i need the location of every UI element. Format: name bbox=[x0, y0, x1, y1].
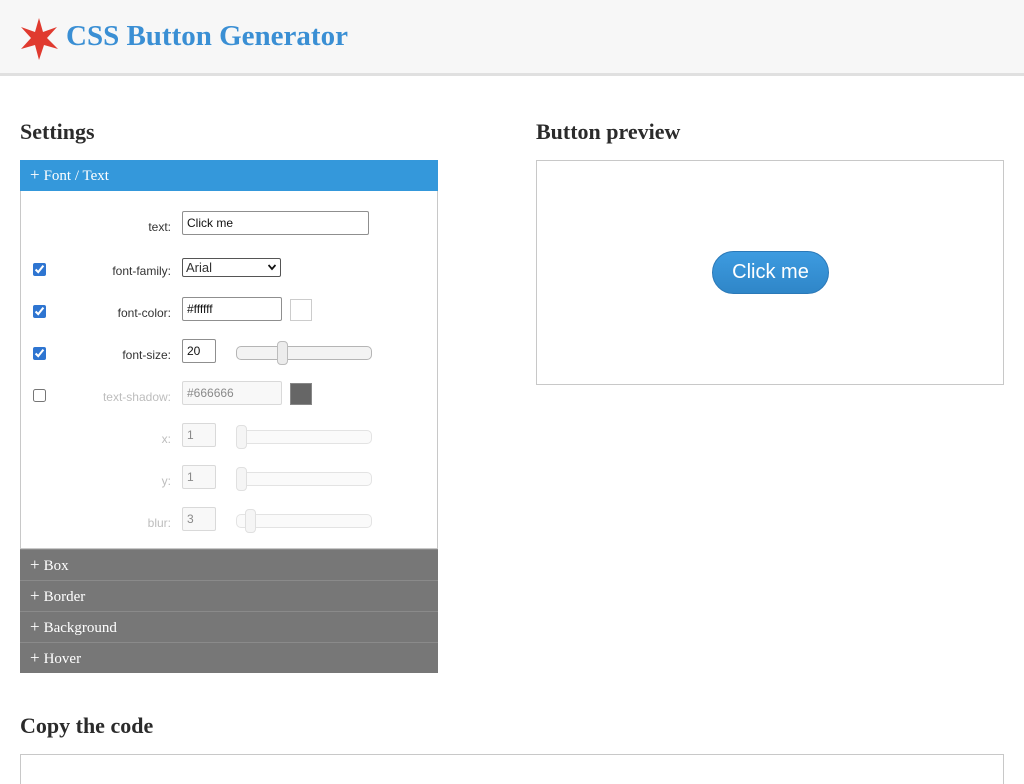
plus-icon: + bbox=[30, 617, 40, 636]
slider-thumb[interactable] bbox=[277, 341, 288, 365]
preview-heading: Button preview bbox=[536, 119, 681, 144]
plus-icon: + bbox=[30, 555, 40, 574]
font-family-checkbox[interactable] bbox=[33, 263, 46, 276]
font-color-input[interactable] bbox=[182, 297, 282, 321]
shadow-x-input[interactable] bbox=[182, 423, 216, 447]
section-background-header[interactable]: + Background bbox=[20, 611, 438, 642]
text-row: text: bbox=[21, 211, 437, 241]
font-text-panel: text: font-family: Arial font-color: fon… bbox=[20, 191, 438, 549]
button-preview-panel: Click me bbox=[536, 160, 1004, 385]
text-shadow-row: text-shadow: bbox=[21, 381, 437, 411]
shadow-x-slider[interactable] bbox=[236, 425, 372, 449]
text-shadow-label: text-shadow: bbox=[102, 390, 171, 404]
plus-icon: + bbox=[30, 165, 40, 184]
section-border-header[interactable]: + Border bbox=[20, 580, 438, 611]
shadow-y-slider[interactable] bbox=[236, 467, 372, 491]
shadow-x-label: x: bbox=[161, 432, 171, 446]
shadow-y-input[interactable] bbox=[182, 465, 216, 489]
plus-icon: + bbox=[30, 648, 40, 667]
text-shadow-checkbox[interactable] bbox=[33, 389, 46, 402]
text-input[interactable] bbox=[182, 211, 369, 235]
font-size-slider[interactable] bbox=[236, 341, 372, 365]
font-size-input[interactable] bbox=[182, 339, 216, 363]
shadow-y-label: y: bbox=[161, 474, 171, 488]
font-size-label: font-size: bbox=[122, 348, 171, 362]
site-header: CSS Button Generator bbox=[0, 0, 1024, 76]
section-box-header[interactable]: + Box bbox=[20, 549, 438, 580]
font-color-row: font-color: bbox=[21, 297, 437, 327]
slider-thumb[interactable] bbox=[236, 425, 247, 449]
text-shadow-swatch[interactable] bbox=[290, 383, 312, 405]
section-font-text-header[interactable]: + Font / Text bbox=[20, 160, 438, 191]
shadow-x-row: x: bbox=[21, 423, 437, 453]
site-title[interactable]: CSS Button Generator bbox=[66, 20, 348, 53]
code-output-box[interactable] bbox=[20, 754, 1004, 784]
shadow-blur-input[interactable] bbox=[182, 507, 216, 531]
font-family-select[interactable]: Arial bbox=[182, 258, 281, 277]
slider-thumb[interactable] bbox=[236, 467, 247, 491]
font-color-label: font-color: bbox=[117, 306, 171, 320]
shadow-blur-slider[interactable] bbox=[236, 509, 372, 533]
chevron-down-icon bbox=[268, 264, 276, 271]
font-size-checkbox[interactable] bbox=[33, 347, 46, 360]
settings-heading: Settings bbox=[20, 119, 95, 144]
slider-thumb[interactable] bbox=[245, 509, 256, 533]
copy-code-heading: Copy the code bbox=[20, 713, 154, 738]
shadow-y-row: y: bbox=[21, 465, 437, 495]
shadow-blur-label: blur: bbox=[147, 516, 171, 530]
shadow-blur-row: blur: bbox=[21, 507, 437, 537]
red-star-icon bbox=[21, 18, 58, 60]
text-label: text: bbox=[148, 220, 171, 234]
font-size-row: font-size: bbox=[21, 339, 437, 369]
preview-button[interactable]: Click me bbox=[712, 251, 829, 294]
font-color-swatch[interactable] bbox=[290, 299, 312, 321]
font-color-checkbox[interactable] bbox=[33, 305, 46, 318]
section-hover-header[interactable]: + Hover bbox=[20, 642, 438, 673]
settings-accordion: +Font / Text text: font-family: Arial fo… bbox=[20, 160, 438, 673]
font-family-label: font-family: bbox=[112, 264, 171, 278]
text-shadow-input[interactable] bbox=[182, 381, 282, 405]
font-family-row: font-family: Arial bbox=[21, 255, 437, 285]
plus-icon: + bbox=[30, 586, 40, 605]
